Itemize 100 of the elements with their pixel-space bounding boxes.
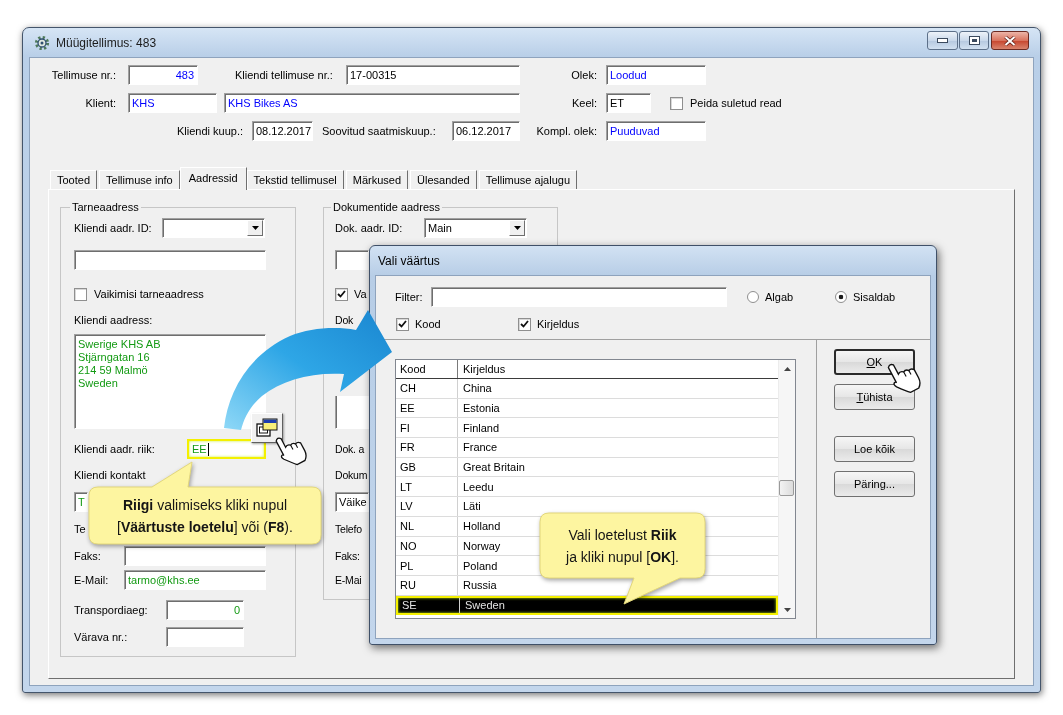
tab[interactable]: Tekstid tellimusel (246, 170, 344, 189)
table-row[interactable]: LT Leedu (396, 477, 778, 498)
table-cell: Poland (463, 559, 498, 572)
lookup-button[interactable] (251, 413, 283, 443)
tab[interactable]: Aadressid (179, 167, 247, 190)
dropdown-button[interactable] (509, 220, 525, 236)
field-label: Kompl. olek: (536, 124, 597, 138)
table-cell: SE (402, 599, 417, 612)
table-cell: Great Britain (463, 461, 525, 474)
minimize-icon (937, 38, 948, 43)
field-label: Filter: (395, 290, 423, 304)
dialog-button[interactable]: Loe kõik (834, 436, 915, 462)
address-field[interactable] (335, 396, 369, 429)
checkbox-label: Kirjeldus (537, 317, 580, 331)
field-label: Kliendi aadr. ID: (74, 221, 152, 235)
address-field[interactable]: Swerige KHS AB Stjärngatan 16 214 59 Malmö Sweden (74, 334, 266, 429)
input-field[interactable] (124, 546, 266, 566)
customer-order-field[interactable]: 17-00315 (346, 65, 520, 85)
table-cell: Holland (463, 520, 501, 533)
checkmark-icon (337, 290, 346, 298)
checkbox[interactable] (670, 96, 683, 110)
close-button[interactable] (991, 31, 1029, 50)
minimize-button[interactable] (927, 31, 958, 50)
arrow-up-icon[interactable] (783, 366, 791, 371)
column-header[interactable]: Kirjeldus (463, 363, 506, 375)
field-label: E-Mail: (74, 573, 109, 587)
field-label: Faks: (335, 549, 360, 563)
radio-button[interactable] (835, 291, 847, 303)
tab[interactable]: Tellimuse info (99, 170, 180, 189)
checkbox[interactable] (396, 317, 409, 331)
country-field[interactable]: EE (187, 439, 266, 459)
checkbox-label: Kood (415, 317, 441, 331)
table-cell: Leedu (463, 480, 494, 493)
table-cell: LT (400, 480, 413, 493)
tab[interactable]: Tellimuse ajalugu (478, 170, 577, 189)
table-cell: Norway (463, 539, 501, 552)
table-row[interactable]: FR France (396, 438, 778, 458)
tab[interactable]: Märkused (345, 170, 409, 189)
table-cell: PL (400, 559, 414, 572)
maximize-icon (968, 36, 980, 45)
table-cell: GB (400, 461, 416, 474)
table-cell: Sweden (465, 599, 505, 612)
table-cell: RU (400, 579, 416, 592)
dropdown-field[interactable]: Main (424, 218, 527, 238)
column-header[interactable]: Kood (400, 363, 426, 375)
maximize-button[interactable] (959, 31, 989, 50)
table-cell: FI (400, 421, 410, 434)
table-cell: CH (400, 382, 416, 395)
date-field[interactable]: 06.12.2017 (452, 121, 520, 141)
checkbox-label: Va (354, 287, 367, 301)
language-field[interactable]: ET (606, 93, 651, 113)
scrollbar[interactable] (778, 360, 795, 618)
input-field[interactable] (74, 250, 266, 270)
close-icon (1004, 35, 1016, 46)
field-label: E-Mai (335, 573, 362, 587)
dialog-button[interactable]: Tühista (834, 384, 915, 410)
checkbox[interactable] (518, 317, 531, 331)
checkbox[interactable] (335, 287, 348, 301)
customer-code-field[interactable]: KHS (128, 93, 217, 113)
table-cell: FR (400, 441, 415, 454)
email-field[interactable]: tarmo@khs.ee (124, 570, 266, 590)
radio-label: Algab (765, 290, 794, 304)
dialog-title: Vali väärtus (378, 253, 440, 268)
filter-field[interactable] (431, 287, 727, 307)
field-label: Keel: (571, 96, 597, 110)
field-label: Kliendi aadress: (74, 313, 153, 327)
tab[interactable]: Ülesanded (410, 170, 477, 189)
field-label: Dokum (335, 468, 368, 482)
input-field[interactable] (166, 627, 244, 647)
dropdown-field[interactable] (162, 218, 265, 238)
tab[interactable]: Tooted (50, 170, 98, 189)
table-cell: Russia (463, 579, 497, 592)
table-cell: Läti (463, 500, 481, 513)
table-cell: EE (400, 402, 415, 415)
table-cell: France (463, 441, 498, 454)
caret-icon (513, 226, 521, 230)
contact-field[interactable]: T (74, 492, 88, 512)
checkmark-icon (398, 320, 407, 328)
order-number-field[interactable]: 483 (128, 65, 198, 85)
table-row[interactable]: CH China (396, 379, 778, 399)
field-label: Klient: (85, 96, 116, 110)
table-row[interactable]: EE Estonia (396, 398, 778, 419)
dialog-button[interactable]: Päring... (834, 471, 915, 497)
checkbox[interactable] (74, 287, 87, 301)
dialog-button[interactable]: OK (834, 349, 915, 375)
dropdown-button[interactable] (247, 220, 263, 236)
transport-days-field[interactable]: 0 (166, 600, 244, 620)
table-row[interactable]: FI Finland (396, 418, 778, 439)
arrow-down-icon[interactable] (783, 607, 791, 612)
contact-field[interactable]: Väike (335, 492, 369, 512)
radio-button[interactable] (747, 291, 759, 303)
date-field[interactable]: 08.12.2017 (252, 121, 313, 141)
status-field[interactable]: Loodud (606, 65, 706, 85)
customer-name-field[interactable]: KHS Bikes AS (224, 93, 520, 113)
table-row[interactable]: GB Great Britain (396, 457, 778, 478)
input-field[interactable] (335, 250, 369, 270)
radio-label: Sisaldab (853, 290, 896, 304)
completion-status-field[interactable]: Puuduvad (606, 121, 706, 141)
field-label: Transpordiaeg: (74, 603, 148, 617)
scrollbar-thumb[interactable] (779, 480, 794, 496)
